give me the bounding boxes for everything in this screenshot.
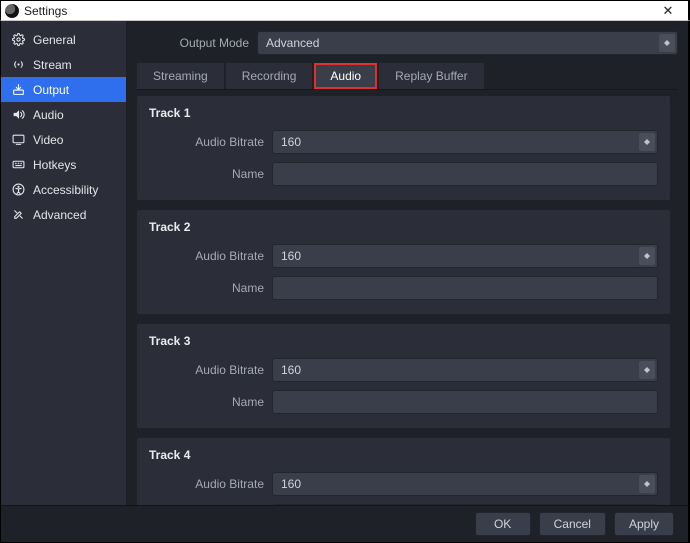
bitrate-row: Audio Bitrate 160 xyxy=(149,130,658,154)
sidebar-item-advanced[interactable]: Advanced xyxy=(1,202,126,227)
output-tabs: StreamingRecordingAudioReplay Buffer xyxy=(137,63,678,90)
tab-replay-buffer[interactable]: Replay Buffer xyxy=(379,63,484,89)
bitrate-select[interactable]: 160 xyxy=(272,472,658,496)
window-body: General Stream Output Audio Video Hotkeys Acce… xyxy=(0,21,690,505)
sidebar-item-hotkeys[interactable]: Hotkeys xyxy=(1,152,126,177)
titlebar: Settings ✕ xyxy=(0,0,690,21)
track-panel: Track 1 Audio Bitrate 160 Name xyxy=(137,96,670,200)
tab-recording[interactable]: Recording xyxy=(226,63,313,89)
tab-streaming[interactable]: Streaming xyxy=(137,63,224,89)
stepper-icon xyxy=(639,247,655,265)
stepper-icon xyxy=(639,361,655,379)
track-title: Track 4 xyxy=(149,448,658,462)
bitrate-row: Audio Bitrate 160 xyxy=(149,472,658,496)
stepper-icon xyxy=(639,475,655,493)
track-panel: Track 3 Audio Bitrate 160 Name xyxy=(137,324,670,428)
bitrate-label: Audio Bitrate xyxy=(149,477,264,491)
name-input[interactable] xyxy=(272,162,658,186)
sidebar-item-general[interactable]: General xyxy=(1,27,126,52)
stepper-icon xyxy=(639,133,655,151)
sidebar-item-output[interactable]: Output xyxy=(1,77,126,102)
sidebar-item-stream[interactable]: Stream xyxy=(1,52,126,77)
name-label: Name xyxy=(149,395,264,409)
name-row: Name xyxy=(149,162,658,186)
bitrate-value: 160 xyxy=(281,477,301,491)
output-mode-row: Output Mode Advanced xyxy=(137,31,678,55)
name-input[interactable] xyxy=(272,276,658,300)
bitrate-select[interactable]: 160 xyxy=(272,358,658,382)
output-mode-value: Advanced xyxy=(266,36,319,50)
window-title: Settings xyxy=(24,4,652,18)
tracks-scroll[interactable]: Track 1 Audio Bitrate 160 Name Track 2 Audio … xyxy=(137,96,678,505)
bitrate-label: Audio Bitrate xyxy=(149,249,264,263)
sidebar: General Stream Output Audio Video Hotkeys Acce… xyxy=(1,21,127,505)
main-panel: Output Mode Advanced StreamingRecordingA… xyxy=(127,21,688,505)
ok-button[interactable]: OK xyxy=(475,512,531,536)
track-panel: Track 4 Audio Bitrate 160 Name xyxy=(137,438,670,505)
app-icon xyxy=(5,4,19,18)
sidebar-item-label: General xyxy=(33,33,76,47)
sidebar-item-label: Video xyxy=(33,133,63,147)
footer: OK Cancel Apply xyxy=(0,505,690,543)
tab-audio[interactable]: Audio xyxy=(314,63,377,89)
sidebar-item-label: Hotkeys xyxy=(33,158,76,172)
track-title: Track 2 xyxy=(149,220,658,234)
output-mode-label: Output Mode xyxy=(137,36,249,50)
bitrate-select[interactable]: 160 xyxy=(272,244,658,268)
gear-icon xyxy=(11,33,25,47)
accessibility-icon xyxy=(11,183,25,197)
audio-icon xyxy=(11,108,25,122)
bitrate-value: 160 xyxy=(281,135,301,149)
bitrate-select[interactable]: 160 xyxy=(272,130,658,154)
name-input[interactable] xyxy=(272,390,658,414)
name-row: Name xyxy=(149,276,658,300)
output-mode-select[interactable]: Advanced xyxy=(257,31,678,55)
sidebar-item-accessibility[interactable]: Accessibility xyxy=(1,177,126,202)
sidebar-item-audio[interactable]: Audio xyxy=(1,102,126,127)
apply-button[interactable]: Apply xyxy=(614,512,674,536)
close-button[interactable]: ✕ xyxy=(652,0,684,21)
name-input[interactable] xyxy=(272,504,658,505)
monitor-icon xyxy=(11,133,25,147)
track-panel: Track 2 Audio Bitrate 160 Name xyxy=(137,210,670,314)
sidebar-item-label: Stream xyxy=(33,58,72,72)
tools-icon xyxy=(11,208,25,222)
bitrate-label: Audio Bitrate xyxy=(149,135,264,149)
bitrate-row: Audio Bitrate 160 xyxy=(149,244,658,268)
cancel-button[interactable]: Cancel xyxy=(539,512,606,536)
name-row: Name xyxy=(149,390,658,414)
export-icon xyxy=(11,83,25,97)
sidebar-item-label: Audio xyxy=(33,108,64,122)
sidebar-item-label: Advanced xyxy=(33,208,86,222)
bitrate-label: Audio Bitrate xyxy=(149,363,264,377)
track-title: Track 1 xyxy=(149,106,658,120)
sidebar-item-label: Output xyxy=(33,83,69,97)
bitrate-row: Audio Bitrate 160 xyxy=(149,358,658,382)
stepper-icon xyxy=(659,34,675,52)
name-label: Name xyxy=(149,167,264,181)
name-row: Name xyxy=(149,504,658,505)
antenna-icon xyxy=(11,58,25,72)
track-title: Track 3 xyxy=(149,334,658,348)
bitrate-value: 160 xyxy=(281,363,301,377)
sidebar-item-video[interactable]: Video xyxy=(1,127,126,152)
bitrate-value: 160 xyxy=(281,249,301,263)
keyboard-icon xyxy=(11,158,25,172)
sidebar-item-label: Accessibility xyxy=(33,183,98,197)
name-label: Name xyxy=(149,281,264,295)
